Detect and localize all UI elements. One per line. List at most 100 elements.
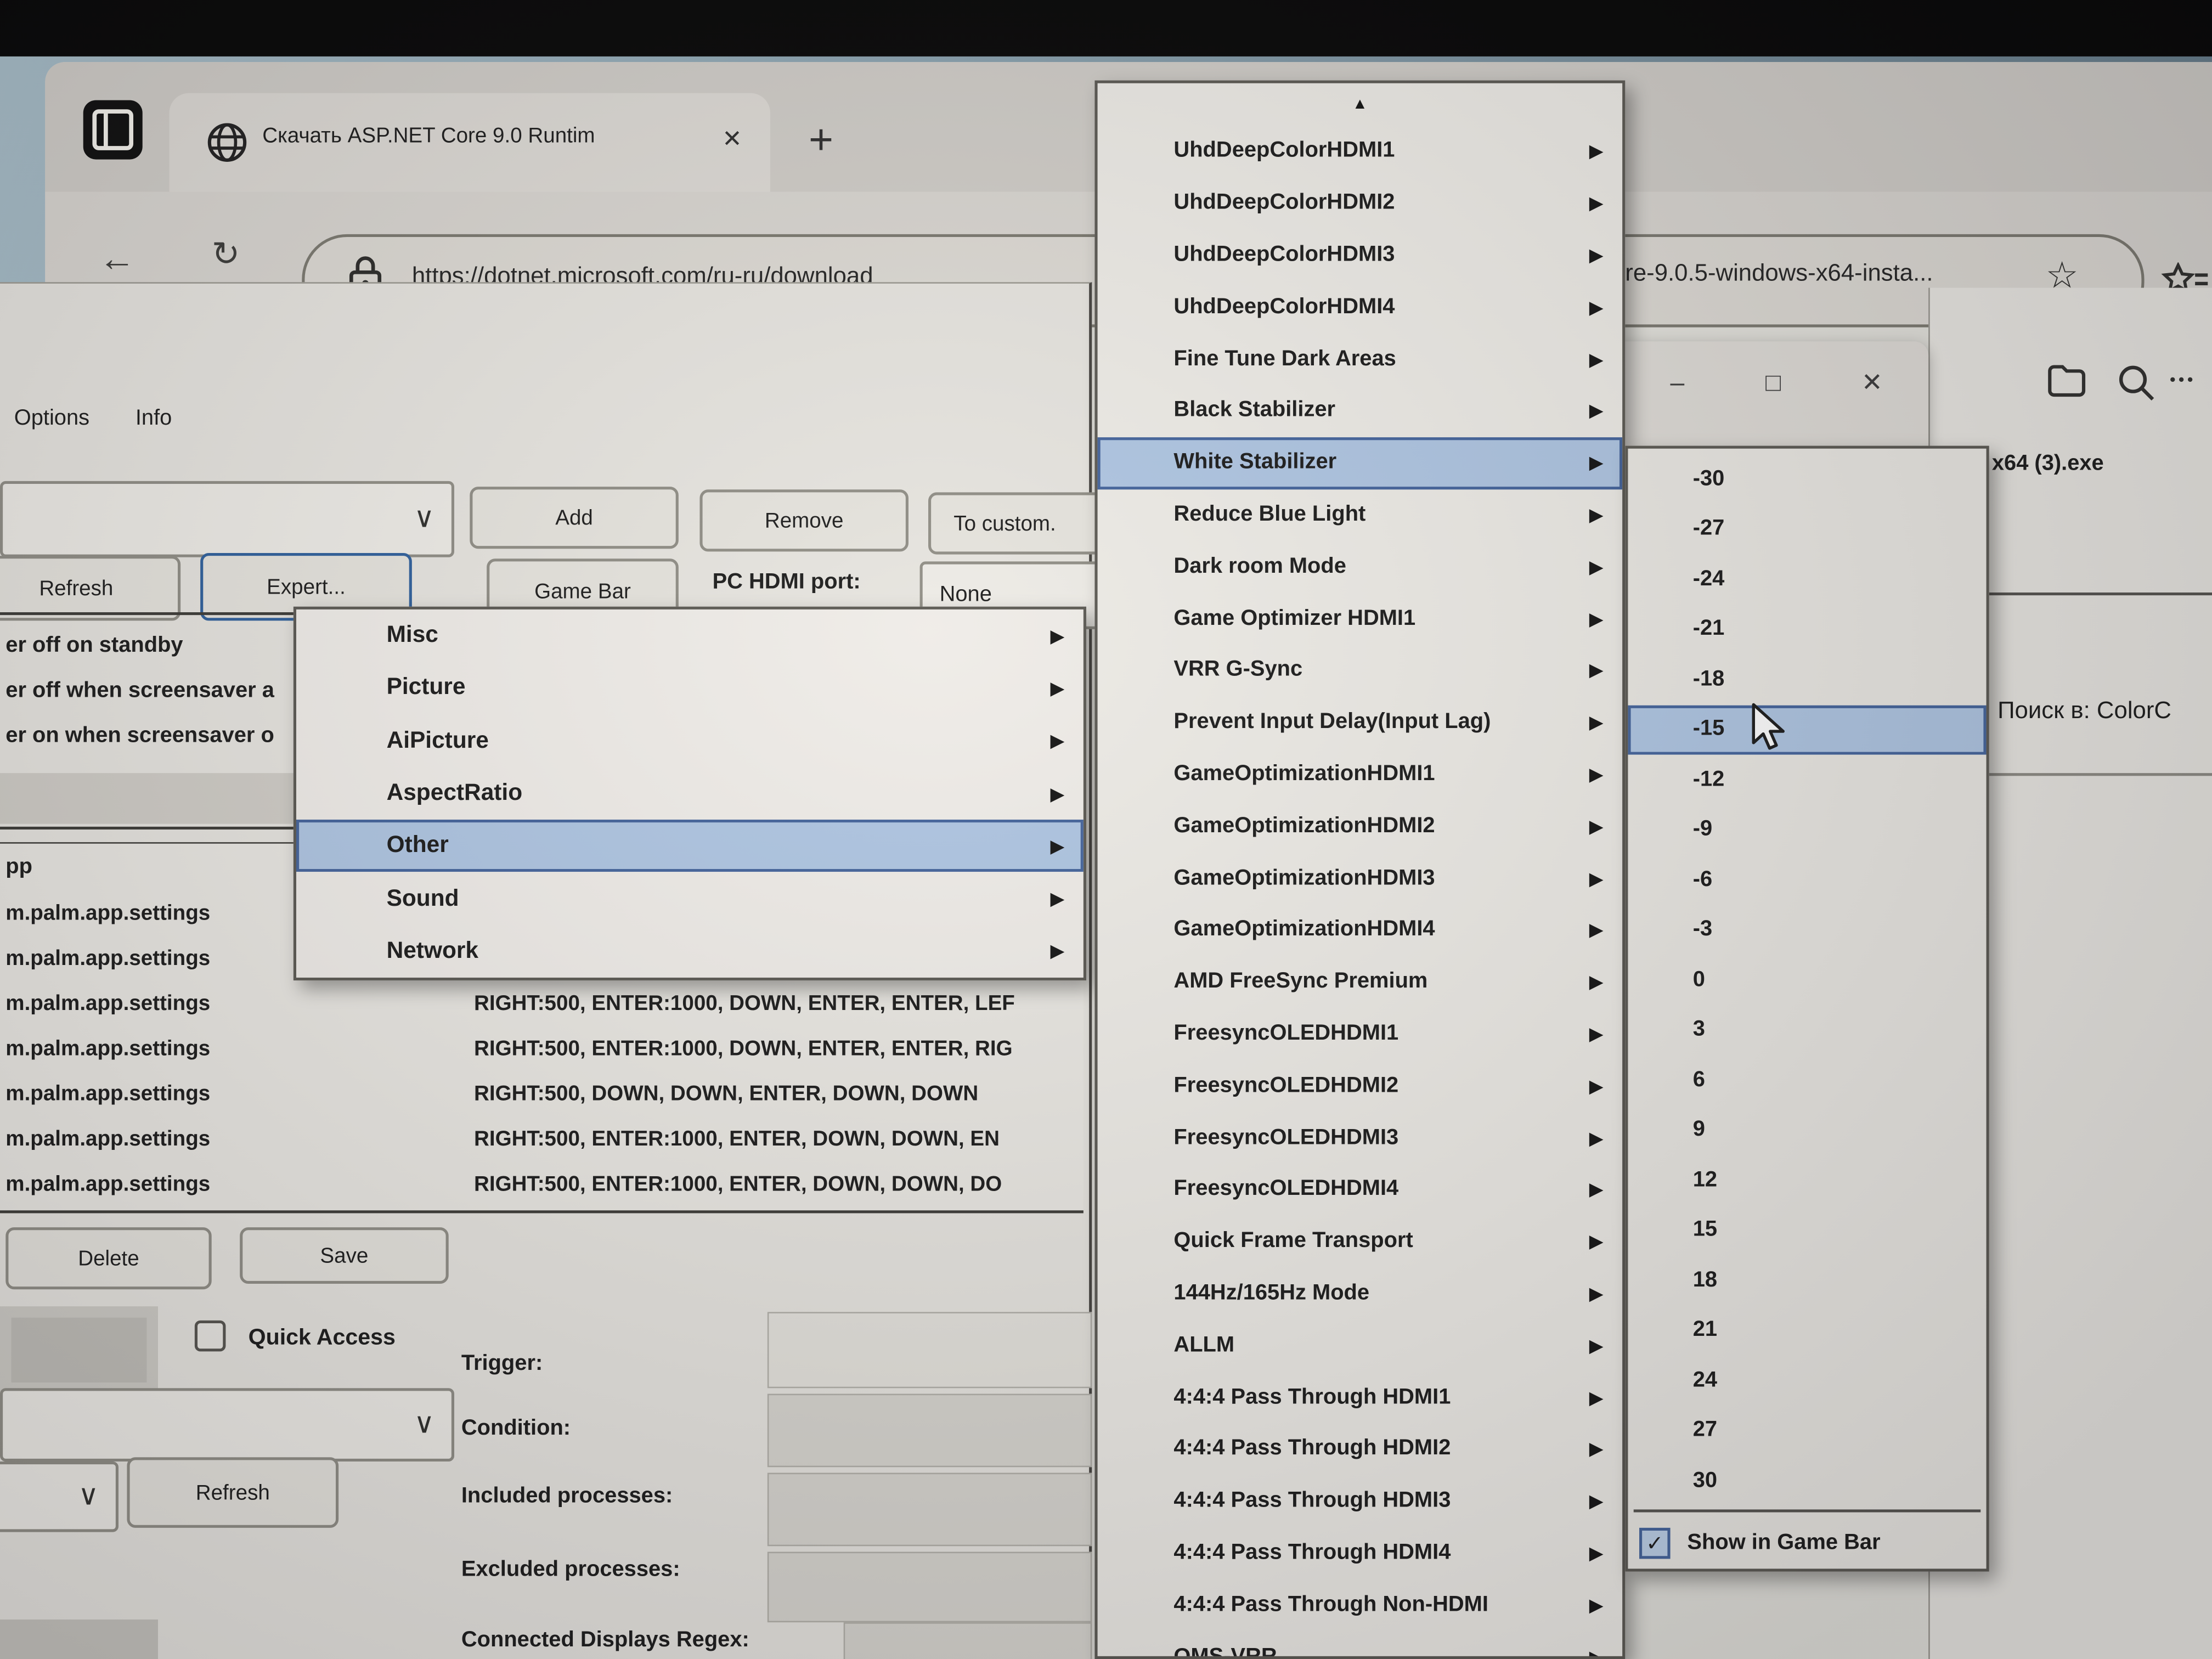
connected-displays-regex-input[interactable] (844, 1622, 1092, 1659)
value-menu-item[interactable]: -12 (1628, 755, 1986, 805)
submenu-item[interactable]: ALLM ▶ (1098, 1319, 1623, 1372)
submenu-item[interactable]: Quick Frame Transport ▶ (1098, 1216, 1623, 1268)
table-row[interactable]: m.palm.app.settings RIGHT:500, ENTER:100… (0, 982, 1084, 1027)
submenu-item[interactable]: AMD FreeSync Premium ▶ (1098, 956, 1623, 1008)
delete-button[interactable]: Delete (5, 1227, 211, 1289)
value-menu-item[interactable]: -6 (1628, 855, 1986, 905)
submenu-item[interactable]: GameOptimizationHDMI4 ▶ (1098, 904, 1623, 956)
context-menu-item[interactable]: Network ▶ (296, 925, 1084, 978)
submenu-item[interactable]: VRR G-Sync ▶ (1098, 645, 1623, 697)
value-menu-item[interactable]: 9 (1628, 1105, 1986, 1155)
value-menu-item[interactable]: 6 (1628, 1055, 1986, 1105)
scroll-up-icon[interactable]: ▲ (1098, 83, 1623, 126)
context-menu-item[interactable]: Picture ▶ (296, 662, 1084, 715)
add-button[interactable]: Add (470, 487, 679, 549)
included-processes-input[interactable] (768, 1473, 1092, 1547)
context-menu-item[interactable]: Misc ▶ (296, 610, 1084, 662)
value-menu-item[interactable]: 30 (1628, 1456, 1986, 1506)
condition-dropdown[interactable]: ∨ (0, 1388, 454, 1462)
value-menu-item[interactable]: 12 (1628, 1155, 1986, 1205)
menu-info[interactable]: Info (136, 407, 172, 432)
submenu-item[interactable]: 4:4:4 Pass Through HDMI3 ▶ (1098, 1475, 1623, 1527)
value-menu-item[interactable]: 24 (1628, 1356, 1986, 1406)
submenu-item[interactable]: UhdDeepColorHDMI3 ▶ (1098, 229, 1623, 281)
display-dropdown[interactable]: ∨ (0, 1462, 119, 1532)
excluded-processes-input[interactable] (768, 1552, 1092, 1623)
submenu-item[interactable]: Game Optimizer HDMI1 ▶ (1098, 592, 1623, 645)
value-menu-item[interactable]: -9 (1628, 805, 1986, 855)
submenu-item[interactable]: Fine Tune Dark Areas ▶ (1098, 333, 1623, 385)
close-icon[interactable]: ✕ (1848, 358, 1896, 406)
submenu-item[interactable]: FreesyncOLEDHDMI4 ▶ (1098, 1164, 1623, 1216)
more-options-icon[interactable]: ••• (2170, 370, 2196, 390)
submenu-item[interactable]: FreesyncOLEDHDMI2 ▶ (1098, 1060, 1623, 1112)
submenu-item[interactable]: 144Hz/165Hz Mode ▶ (1098, 1268, 1623, 1320)
tab-actions-icon[interactable] (82, 99, 144, 161)
context-menu-item[interactable]: Sound ▶ (296, 872, 1084, 925)
remove-button[interactable]: Remove (699, 489, 909, 551)
trigger-input[interactable] (768, 1312, 1092, 1388)
submenu-item[interactable]: FreesyncOLEDHDMI1 ▶ (1098, 1008, 1623, 1060)
menu-options[interactable]: Options (14, 407, 89, 432)
context-menu-item[interactable]: AspectRatio ▶ (296, 768, 1084, 820)
submenu-item[interactable]: 4:4:4 Pass Through HDMI2 ▶ (1098, 1423, 1623, 1475)
value-menu-item[interactable]: 21 (1628, 1306, 1986, 1356)
submenu-item[interactable]: UhdDeepColorHDMI4 ▶ (1098, 281, 1623, 334)
value-menu-item[interactable]: 15 (1628, 1205, 1986, 1255)
search-icon[interactable] (2116, 363, 2155, 402)
folder-icon[interactable] (2046, 361, 2088, 400)
context-menu-item[interactable]: Other ▶ (296, 820, 1084, 872)
submenu-item-label: 4:4:4 Pass Through HDMI3 (1173, 1488, 1451, 1514)
submenu-item[interactable]: GameOptimizationHDMI3 ▶ (1098, 853, 1623, 905)
value-menu-item[interactable]: -27 (1628, 504, 1986, 554)
reload-icon[interactable]: ↻ (212, 234, 263, 275)
submenu-item[interactable]: Prevent Input Delay(Input Lag) ▶ (1098, 697, 1623, 749)
value-menu-item[interactable]: 27 (1628, 1406, 1986, 1455)
submenu-item[interactable]: 4:4:4 Pass Through HDMI4 ▶ (1098, 1527, 1623, 1579)
checked-checkbox-icon[interactable]: ✓ (1639, 1527, 1671, 1559)
submenu-item[interactable]: 4:4:4 Pass Through HDMI1 ▶ (1098, 1372, 1623, 1424)
condition-input[interactable] (768, 1394, 1092, 1468)
setting-key: m.palm.app.settings (5, 891, 210, 936)
value-menu-item[interactable]: 18 (1628, 1256, 1986, 1306)
profile-dropdown[interactable]: ∨ (0, 481, 454, 557)
submenu-item[interactable]: White Stabilizer ▶ (1098, 437, 1623, 489)
back-icon[interactable]: ← (99, 237, 150, 281)
submenu-item[interactable]: 4:4:4 Pass Through Non-HDMI ▶ (1098, 1579, 1623, 1631)
close-tab-icon[interactable]: ✕ (711, 119, 753, 161)
submenu-item[interactable]: Reduce Blue Light ▶ (1098, 489, 1623, 541)
submenu-item[interactable]: GameOptimizationHDMI1 ▶ (1098, 748, 1623, 800)
table-row[interactable]: m.palm.app.settings RIGHT:500, DOWN, DOW… (0, 1072, 1084, 1117)
submenu-item[interactable]: GameOptimizationHDMI2 ▶ (1098, 800, 1623, 853)
maximize-icon[interactable]: □ (1750, 358, 1797, 406)
save-button[interactable]: Save (240, 1227, 449, 1284)
submenu-item[interactable]: UhdDeepColorHDMI2 ▶ (1098, 177, 1623, 229)
value-menu-item[interactable]: 3 (1628, 1005, 1986, 1055)
value-menu-item[interactable]: 0 (1628, 955, 1986, 1005)
table-row[interactable]: m.palm.app.settings RIGHT:500, ENTER:100… (0, 1027, 1084, 1072)
table-row[interactable]: m.palm.app.settings RIGHT:500, ENTER:100… (0, 1118, 1084, 1163)
refresh-button[interactable]: Refresh (0, 556, 180, 620)
value-menu-item[interactable]: -3 (1628, 905, 1986, 955)
new-tab-button[interactable]: + (793, 113, 849, 170)
submenu-item[interactable]: UhdDeepColorHDMI1 ▶ (1098, 126, 1623, 178)
value-menu-item[interactable]: -24 (1628, 555, 1986, 605)
minimize-icon[interactable]: – (1654, 358, 1701, 406)
context-menu-item[interactable]: AiPicture ▶ (296, 715, 1084, 768)
submenu-item[interactable]: FreesyncOLEDHDMI3 ▶ (1098, 1112, 1623, 1164)
submenu-item[interactable]: QMS-VRR ▶ (1098, 1631, 1623, 1659)
submenu-item[interactable]: Dark room Mode ▶ (1098, 541, 1623, 593)
submenu-arrow-icon: ▶ (1589, 1335, 1602, 1355)
table-row[interactable]: m.palm.app.settings RIGHT:500, ENTER:100… (0, 1163, 1084, 1207)
value-menu-item[interactable]: -15 (1628, 704, 1986, 754)
setting-key: m.palm.app.settings (5, 1072, 210, 1117)
submenu-item-label: UhdDeepColorHDMI3 (1173, 242, 1395, 268)
refresh-processes-button[interactable]: Refresh (127, 1457, 338, 1528)
to-custom-button[interactable]: To custom. (928, 492, 1106, 554)
submenu-item[interactable]: Black Stabilizer ▶ (1098, 385, 1623, 437)
value-menu-item[interactable]: -18 (1628, 654, 1986, 704)
value-menu-item[interactable]: -30 (1628, 454, 1986, 504)
show-in-game-bar-item[interactable]: ✓ Show in Game Bar (1628, 1514, 1986, 1571)
value-menu-item[interactable]: -21 (1628, 605, 1986, 654)
quick-access-checkbox[interactable] (195, 1321, 226, 1352)
